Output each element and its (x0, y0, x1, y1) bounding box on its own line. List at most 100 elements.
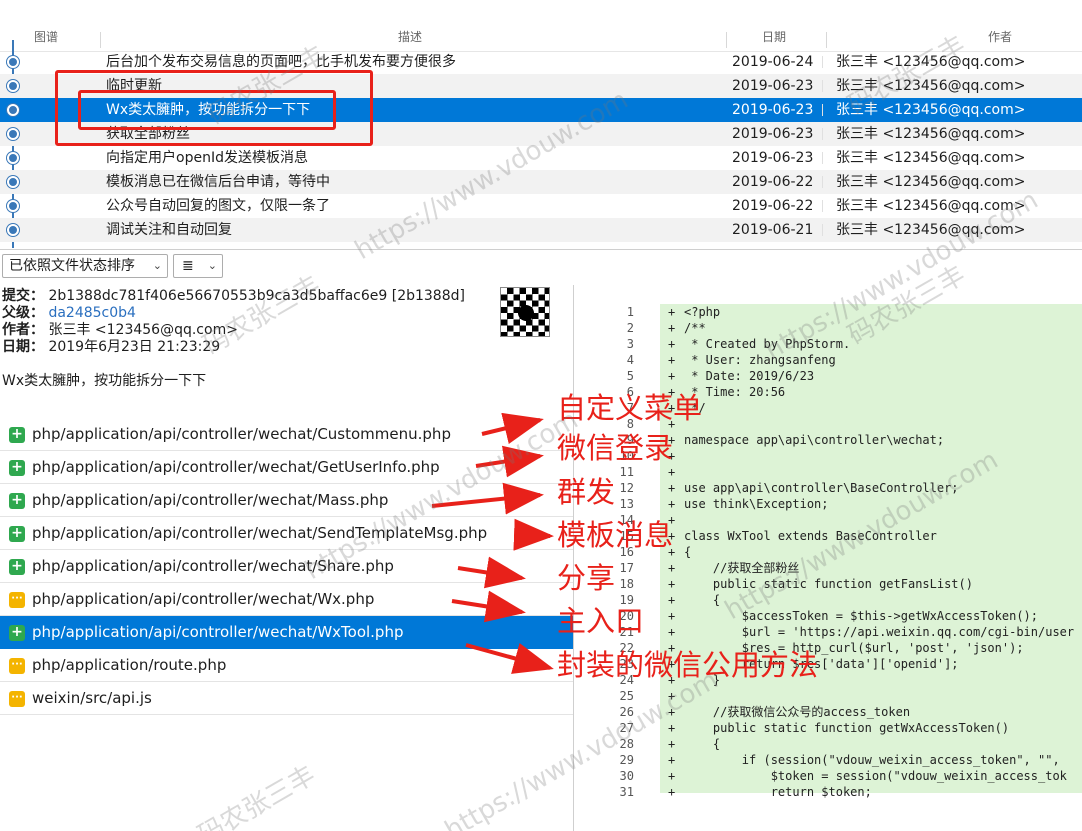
commit-author: 张三丰 <123456@qq.com> (836, 126, 1026, 142)
commit-message: 调试关注和自动回复 (106, 222, 232, 238)
line-number: 27 (619, 721, 634, 735)
commit-row[interactable]: 公众号自动回复的图文，仅限一条了 2019-06-22 张三丰 <123456@… (0, 194, 1082, 218)
line-number: 4 (626, 353, 634, 367)
column-separator (822, 224, 823, 236)
annotation-label-wrapped-methods: 封装的微信公用方法 (557, 648, 819, 682)
file-row[interactable]: + php/application/api/controller/wechat/S… (0, 517, 573, 550)
file-path: php/application/api/controller/wechat/Cu… (32, 425, 451, 443)
file-row[interactable]: + php/application/api/controller/wechat/G… (0, 451, 573, 484)
column-graph-header[interactable]: 图谱 (34, 28, 58, 45)
diff-line: 4 + * User: zhangsanfeng (574, 352, 1082, 368)
annotation-label-template-message: 模板消息 (557, 518, 674, 552)
added-line-marker: + (668, 609, 676, 623)
commit-author: 张三丰 <123456@qq.com> (836, 78, 1026, 94)
watermark-text: 码农张三丰 (193, 760, 321, 831)
file-row-selected[interactable]: + php/application/api/controller/wechat/W… (0, 616, 573, 649)
file-row[interactable]: ··· php/application/route.php (0, 649, 573, 682)
diff-line: 31 + return $token; (574, 784, 1082, 800)
code-text: * Created by PhpStorm. (684, 337, 851, 351)
commit-hash-value: 2b1388dc781f406e56670553b9ca3d5baffac6e9… (48, 288, 465, 304)
annotation-label-custom-menu: 自定义菜单 (557, 391, 703, 425)
diff-line: 29 + if (session("vdouw_weixin_access_tok… (574, 752, 1082, 768)
code-text: //获取全部粉丝 (684, 561, 800, 575)
commit-row[interactable]: 调试关注和自动回复 2019-06-21 张三丰 <123456@qq.com> (0, 218, 1082, 242)
column-separator (100, 32, 101, 48)
diff-line: 5 + * Date: 2019/6/23 (574, 368, 1082, 384)
file-path: php/application/api/controller/wechat/Ma… (32, 491, 389, 509)
code-text: * User: zhangsanfeng (684, 353, 836, 367)
diff-line: 18 + public static function getFansList() (574, 576, 1082, 592)
sort-order-select[interactable]: 已依照文件状态排序 ⌄ (2, 254, 168, 278)
diff-line: 28 + { (574, 736, 1082, 752)
added-line-marker: + (668, 785, 676, 799)
annotation-label-main-entry: 主入口 (557, 604, 645, 638)
commit-node-icon (7, 128, 19, 140)
added-line-marker: + (668, 353, 676, 367)
commit-date: 2019-06-21 (732, 222, 814, 238)
annotation-label-wechat-login: 微信登录 (557, 431, 674, 465)
parent-key: 父级： (2, 305, 44, 321)
column-author-header[interactable]: 作者 (988, 28, 1012, 45)
code-text: use think\Exception; (684, 497, 829, 511)
code-text: use app\api\controller\BaseController; (684, 481, 959, 495)
file-row[interactable]: ··· weixin/src/api.js (0, 682, 573, 715)
commit-row[interactable]: 模板消息已在微信后台申请，等待中 2019-06-22 张三丰 <123456@… (0, 170, 1082, 194)
added-status-icon: + (9, 559, 25, 575)
sort-order-label: 已依照文件状态排序 (9, 258, 135, 274)
commit-hash-row: 提交： 2b1388dc781f406e56670553b9ca3d5baffa… (2, 287, 465, 305)
commit-date: 2019-06-23 (732, 150, 814, 166)
diff-line: 30 + $token = session("vdouw_weixin_acces… (574, 768, 1082, 784)
file-row[interactable]: ··· php/application/api/controller/wechat… (0, 583, 573, 616)
diff-line: 20 + $accessToken = $this->getWxAccessTok… (574, 608, 1082, 624)
chevron-down-icon: ⌄ (207, 259, 217, 272)
commit-date: 2019-06-22 (732, 198, 814, 214)
commit-author: 张三丰 <123456@qq.com> (836, 222, 1026, 238)
line-number: 25 (619, 689, 634, 703)
parent-commit-link[interactable]: da2485c0b4 (48, 305, 136, 321)
modified-status-icon: ··· (9, 658, 25, 674)
annotation-highlight-box (78, 90, 336, 130)
column-description-header[interactable]: 描述 (398, 28, 422, 45)
diff-line: 1 + <?php (574, 304, 1082, 320)
diff-line: 25 + (574, 688, 1082, 704)
added-status-icon: + (9, 625, 25, 641)
annotation-label-mass-send: 群发 (557, 475, 616, 509)
added-line-marker: + (668, 721, 676, 735)
diff-line: 13 + use think\Exception; (574, 496, 1082, 512)
diff-line: 12 + use app\api\controller\BaseController… (574, 480, 1082, 496)
line-number: 5 (626, 369, 634, 383)
file-row[interactable]: + php/application/api/controller/wechat/C… (0, 418, 573, 451)
added-line-marker: + (668, 625, 676, 639)
added-line-marker: + (668, 753, 676, 767)
date-row: 日期： 2019年6月23日 21:23:29 (2, 338, 220, 356)
commit-node-icon (7, 152, 19, 164)
date-value: 2019年6月23日 21:23:29 (48, 339, 221, 355)
added-status-icon: + (9, 526, 25, 542)
file-path: php/application/api/controller/wechat/Wx… (32, 590, 375, 608)
added-line-marker: + (668, 561, 676, 575)
file-path: php/application/route.php (32, 656, 227, 674)
code-text: $token = session("vdouw_weixin_access_to… (684, 769, 1067, 783)
file-row[interactable]: + php/application/api/controller/wechat/S… (0, 550, 573, 583)
added-status-icon: + (9, 493, 25, 509)
diff-line: 21 + $url = 'https://api.weixin.qq.com/cg… (574, 624, 1082, 640)
author-value: 张三丰 <123456@qq.com> (48, 322, 238, 338)
date-key: 日期： (2, 339, 44, 355)
code-text: * Date: 2019/6/23 (684, 369, 815, 383)
file-row[interactable]: + php/application/api/controller/wechat/M… (0, 484, 573, 517)
code-text: <?php (684, 305, 721, 319)
added-line-marker: + (668, 305, 676, 319)
column-separator (822, 152, 823, 164)
commit-author: 张三丰 <123456@qq.com> (836, 102, 1026, 118)
file-path: weixin/src/api.js (32, 689, 152, 707)
commit-row[interactable]: 向指定用户openId发送模板消息 2019-06-23 张三丰 <123456… (0, 146, 1082, 170)
column-date-header[interactable]: 日期 (762, 28, 786, 45)
line-number: 1 (626, 305, 634, 319)
file-list-toolbar: 已依照文件状态排序 ⌄ ≣ ⌄ (0, 249, 1082, 283)
added-line-marker: + (668, 337, 676, 351)
view-mode-button[interactable]: ≣ ⌄ (173, 254, 223, 278)
commit-details: 提交： 2b1388dc781f406e56670553b9ca3d5baffa… (0, 285, 560, 417)
line-number: 28 (619, 737, 634, 751)
diff-line: 27 + public static function getWxAccessTo… (574, 720, 1082, 736)
added-status-icon: + (9, 460, 25, 476)
